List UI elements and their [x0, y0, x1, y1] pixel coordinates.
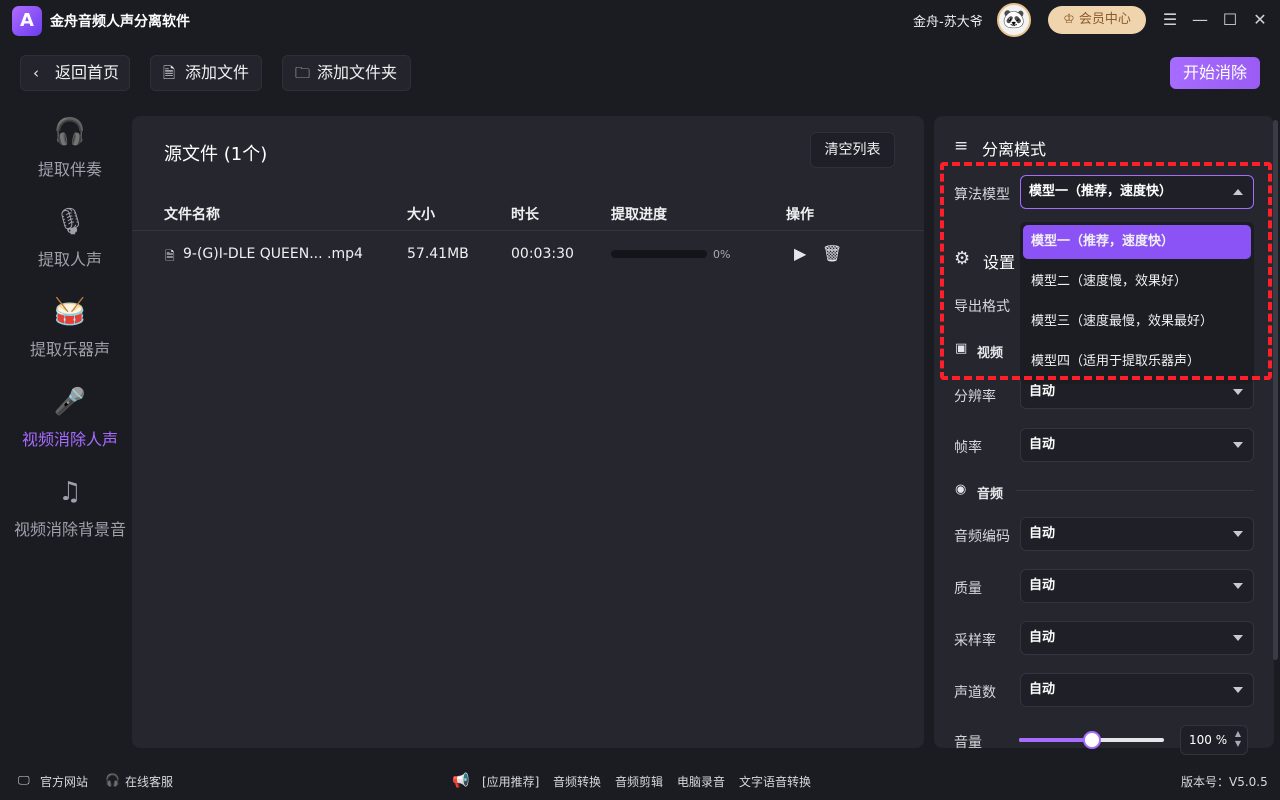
close-icon[interactable]: ✕	[1249, 9, 1271, 31]
sidebar-item-video-remove-vocals[interactable]: 🎤 视频消除人声	[0, 382, 140, 462]
volume-input[interactable]: 100 % ▲ ▼	[1180, 725, 1248, 755]
source-files-title: 源文件 (1个)	[164, 144, 268, 165]
official-site-link[interactable]: 官方网站	[40, 773, 88, 790]
maximize-icon[interactable]: ☐	[1219, 9, 1241, 31]
quality-select[interactable]: 自动	[1020, 569, 1254, 603]
sidebar-item-label: 提取伴奏	[37, 160, 102, 179]
volume-value: 100 %	[1189, 733, 1228, 747]
progress-bar	[611, 250, 707, 258]
mode-title: 分离模式	[982, 140, 1047, 159]
chevron-left-icon: ‹	[33, 64, 39, 82]
app-logo: A	[12, 6, 42, 36]
clear-list-button[interactable]: 清空列表	[810, 132, 895, 168]
sidebar-item-extract-instrument[interactable]: 🥁 提取乐器声	[0, 292, 140, 372]
folder-icon: 🗀	[295, 64, 311, 82]
trash-icon[interactable]: 🗑	[822, 244, 842, 263]
mic-off-icon: 🎤	[53, 387, 87, 417]
volume-label: 音量	[954, 735, 982, 751]
footer-link-audio-convert[interactable]: 音频转换	[553, 773, 601, 790]
music-off-icon: ♫	[58, 477, 82, 507]
settings-scrollbar[interactable]	[1273, 120, 1278, 660]
file-name: 9-(G)I-DLE QUEEN... .mp4	[183, 246, 363, 262]
online-service-link[interactable]: 在线客服	[125, 773, 173, 790]
quality-label: 质量	[954, 581, 982, 597]
resolution-label: 分辨率	[954, 389, 996, 405]
minimize-icon[interactable]: —	[1189, 9, 1211, 31]
avatar[interactable]: 🐼	[997, 3, 1031, 37]
add-file-label: 添加文件	[185, 63, 250, 82]
codec-label: 音频编码	[954, 529, 1010, 545]
quality-value: 自动	[1029, 578, 1056, 593]
volume-slider-fill	[1019, 738, 1092, 742]
menu-icon[interactable]: ☰	[1159, 9, 1181, 31]
column-header-size: 大小	[407, 207, 435, 223]
samplerate-select[interactable]: 自动	[1020, 621, 1254, 655]
channels-select[interactable]: 自动	[1020, 673, 1254, 707]
start-remove-button[interactable]: 开始消除	[1170, 57, 1260, 89]
file-icon: 🗎	[163, 64, 176, 82]
drum-icon: 🥁	[53, 297, 87, 327]
header-divider	[132, 230, 924, 231]
framerate-select[interactable]: 自动	[1020, 428, 1254, 462]
stepper-arrows-icon[interactable]: ▲ ▼	[1235, 729, 1241, 749]
column-header-name: 文件名称	[164, 207, 220, 223]
add-file-button[interactable]: 🗎 添加文件	[150, 55, 262, 91]
sidebar-item-label: 提取人声	[37, 250, 102, 269]
back-home-button[interactable]: ‹ 返回首页	[20, 55, 130, 91]
megaphone-icon: 📢	[452, 773, 470, 789]
vocal-headphones-icon: 🎙	[53, 207, 87, 237]
framerate-label: 帧率	[954, 440, 982, 456]
file-type-icon: 🗎	[165, 249, 175, 263]
version-label: 版本号：V5.0.5	[1181, 775, 1268, 789]
sidebar-item-label: 视频消除人声	[21, 430, 118, 449]
crown-icon: ♔	[1063, 12, 1079, 27]
progress-percent: 0%	[713, 248, 731, 261]
codec-value: 自动	[1029, 526, 1056, 541]
codec-select[interactable]: 自动	[1020, 517, 1254, 551]
samplerate-label: 采样率	[954, 633, 996, 649]
vip-center-button[interactable]: ♔ 会员中心	[1048, 6, 1146, 34]
headphones-icon: 🎧	[53, 117, 87, 147]
audio-icon: ◉	[955, 482, 967, 497]
column-header-progress: 提取进度	[611, 207, 667, 223]
file-size: 57.41MB	[407, 246, 469, 262]
mode-icon: ≡	[954, 136, 969, 156]
footer-link-pc-record[interactable]: 电脑录音	[677, 773, 725, 790]
channels-value: 自动	[1029, 682, 1056, 697]
app-title: 金舟音频人声分离软件	[50, 14, 190, 30]
website-icon: 🖵	[18, 773, 30, 787]
vip-label: 会员中心	[1078, 12, 1131, 27]
recommend-label: [应用推荐]	[482, 775, 540, 789]
samplerate-value: 自动	[1029, 630, 1056, 645]
sidebar-item-label: 提取乐器声	[29, 340, 110, 359]
sidebar-item-extract-vocals[interactable]: 🎙 提取人声	[0, 202, 140, 282]
column-header-duration: 时长	[511, 207, 539, 223]
play-icon[interactable]: ▶	[794, 244, 806, 263]
resolution-value: 自动	[1029, 384, 1056, 399]
sidebar-item-extract-accompaniment[interactable]: 🎧 提取伴奏	[0, 112, 140, 192]
audio-divider	[1016, 490, 1254, 491]
back-home-label: 返回首页	[55, 63, 120, 82]
audio-section-title: 音频	[977, 487, 1004, 502]
highlight-annotation-box	[940, 162, 1272, 380]
volume-slider-knob[interactable]	[1082, 731, 1101, 749]
headset-icon: 🎧	[105, 773, 120, 787]
file-duration: 00:03:30	[511, 246, 574, 262]
column-header-actions: 操作	[786, 207, 814, 223]
footer-link-audio-edit[interactable]: 音频剪辑	[615, 773, 663, 790]
footer-link-tts[interactable]: 文字语音转换	[739, 773, 811, 790]
channels-label: 声道数	[954, 685, 996, 701]
add-folder-button[interactable]: 🗀 添加文件夹	[282, 55, 411, 91]
add-folder-label: 添加文件夹	[317, 63, 398, 82]
framerate-value: 自动	[1029, 437, 1056, 452]
sidebar-item-label: 视频消除背景音	[13, 520, 126, 539]
user-name[interactable]: 金舟-苏大爷	[913, 11, 983, 30]
sidebar-item-video-remove-bgm[interactable]: ♫ 视频消除背景音	[0, 472, 140, 552]
